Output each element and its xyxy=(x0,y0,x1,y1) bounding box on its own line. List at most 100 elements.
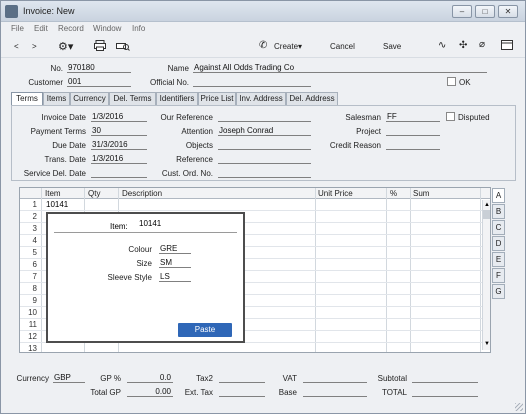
size-field[interactable]: SM xyxy=(159,258,191,268)
grid-scrollbar[interactable]: ▲ ▼ xyxy=(482,200,490,350)
minimize-button[interactable]: – xyxy=(452,5,472,18)
salesman-field[interactable]: FF xyxy=(386,112,440,122)
payment-terms-label: Payment Terms xyxy=(30,127,86,136)
side-tab-a[interactable]: A xyxy=(492,188,505,203)
close-button[interactable]: ✕ xyxy=(498,5,518,18)
popup-item-label: Item: xyxy=(110,222,128,231)
attachment-icon[interactable]: ⌀ xyxy=(479,39,485,50)
tab-identifiers[interactable]: Identifiers xyxy=(156,92,198,105)
row-number: 11 xyxy=(28,320,37,329)
ext-tax-field xyxy=(219,387,265,397)
side-tab-f[interactable]: F xyxy=(492,268,505,283)
sleeve-style-field[interactable]: LS xyxy=(159,272,191,282)
menu-window[interactable]: Window xyxy=(93,24,121,33)
create-button[interactable]: Create▾ xyxy=(274,42,302,51)
tab-price-list[interactable]: Price List xyxy=(198,92,236,105)
trans-date-label: Trans. Date xyxy=(44,155,87,164)
scroll-up-icon[interactable]: ▲ xyxy=(484,202,490,208)
total-gp-field: 0.00 xyxy=(127,387,173,397)
phone-icon[interactable]: ✆ xyxy=(259,40,267,51)
base-field xyxy=(303,387,367,397)
cust-ord-no-field[interactable] xyxy=(218,168,311,178)
payment-terms-field[interactable]: 30 xyxy=(91,126,147,136)
due-date-label: Due Date xyxy=(52,141,86,150)
gp-pct-field: 0.0 xyxy=(127,373,173,383)
project-field[interactable] xyxy=(386,126,440,136)
colour-field[interactable]: GRE xyxy=(159,244,191,254)
invoice-date-label: Invoice Date xyxy=(41,113,86,122)
toolbar: < > ⚙▾ ✆ Create▾ Cancel Save ∿ ✣ ⌀ xyxy=(1,36,525,58)
tab-currency[interactable]: Currency xyxy=(70,92,109,105)
attention-field[interactable]: Joseph Conrad xyxy=(218,126,311,136)
official-no-field[interactable] xyxy=(193,77,311,87)
our-reference-field[interactable] xyxy=(218,112,311,122)
side-tab-b[interactable]: B xyxy=(492,204,505,219)
objects-field[interactable] xyxy=(218,140,311,150)
reference-field[interactable] xyxy=(218,154,311,164)
back-icon[interactable]: < xyxy=(14,42,19,51)
forward-icon[interactable]: > xyxy=(32,42,37,51)
paste-button[interactable]: Paste xyxy=(178,323,232,337)
tab-del-terms[interactable]: Del. Terms xyxy=(109,92,156,105)
row-number: 13 xyxy=(28,344,37,353)
project-label: Project xyxy=(356,127,381,136)
our-reference-label: Our Reference xyxy=(160,113,213,122)
customer-label: Customer xyxy=(28,78,63,87)
menu-file[interactable]: File xyxy=(11,24,24,33)
print-preview-icon[interactable] xyxy=(116,40,130,53)
credit-reason-field[interactable] xyxy=(386,140,440,150)
table-row[interactable]: 1 10141 xyxy=(20,199,490,211)
tax2-label: Tax2 xyxy=(196,374,213,383)
no-field[interactable]: 970180 xyxy=(67,63,131,73)
trans-date-field[interactable]: 1/3/2016 xyxy=(91,154,147,164)
row-number: 1 xyxy=(32,200,37,209)
table-row[interactable]: 13 xyxy=(20,343,490,353)
due-date-field[interactable]: 31/3/2016 xyxy=(91,140,147,150)
menu-info[interactable]: Info xyxy=(132,24,145,33)
name-field[interactable]: Against All Odds Trading Co xyxy=(193,63,487,73)
side-tab-g[interactable]: G xyxy=(492,284,505,299)
cancel-button[interactable]: Cancel xyxy=(330,42,355,51)
row-item-cell[interactable]: 10141 xyxy=(46,200,68,209)
ok-checkbox[interactable] xyxy=(447,77,456,86)
save-button[interactable]: Save xyxy=(383,42,401,51)
customer-field[interactable]: 001 xyxy=(67,77,131,87)
col-item: Item xyxy=(45,189,61,198)
scroll-down-icon[interactable]: ▼ xyxy=(484,341,490,347)
expand-icon[interactable]: ✣ xyxy=(459,40,467,51)
print-icon[interactable] xyxy=(94,40,106,53)
menu-edit[interactable]: Edit xyxy=(34,24,48,33)
ok-label: OK xyxy=(459,78,471,87)
service-del-date-field[interactable] xyxy=(91,168,147,178)
create-button-label: Create xyxy=(274,42,299,51)
tab-inv-address[interactable]: Inv. Address xyxy=(236,92,286,105)
gear-icon[interactable]: ⚙▾ xyxy=(58,40,73,53)
tab-del-address[interactable]: Del. Address xyxy=(286,92,338,105)
tab-terms[interactable]: Terms xyxy=(11,92,43,106)
invoice-date-field[interactable]: 1/3/2016 xyxy=(91,112,147,122)
restore-button[interactable]: □ xyxy=(475,5,495,18)
side-tab-c[interactable]: C xyxy=(492,220,505,235)
objects-label: Objects xyxy=(185,141,213,150)
currency-field[interactable]: GBP xyxy=(53,373,85,383)
resize-grip[interactable] xyxy=(515,403,523,411)
disputed-checkbox[interactable] xyxy=(446,112,455,121)
disputed-label: Disputed xyxy=(458,113,490,122)
side-tab-d[interactable]: D xyxy=(492,236,505,251)
col-qty: Qty xyxy=(88,189,101,198)
row-number: 6 xyxy=(32,260,37,269)
subtotal-label: Subtotal xyxy=(377,374,407,383)
row-number: 3 xyxy=(32,224,37,233)
row-number: 5 xyxy=(32,248,37,257)
invoice-window: Invoice: New – □ ✕ File Edit Record Wind… xyxy=(0,0,526,414)
window-title: Invoice: New xyxy=(23,6,75,16)
tab-items[interactable]: Items xyxy=(43,92,70,105)
side-tab-e[interactable]: E xyxy=(492,252,505,267)
currency-label: Currency xyxy=(16,374,49,383)
pulse-icon[interactable]: ∿ xyxy=(438,40,446,51)
col-sum: Sum xyxy=(413,189,430,198)
scroll-thumb[interactable] xyxy=(483,210,490,219)
menu-record[interactable]: Record xyxy=(58,24,84,33)
total-field xyxy=(412,387,478,397)
window-icon[interactable] xyxy=(501,40,513,52)
